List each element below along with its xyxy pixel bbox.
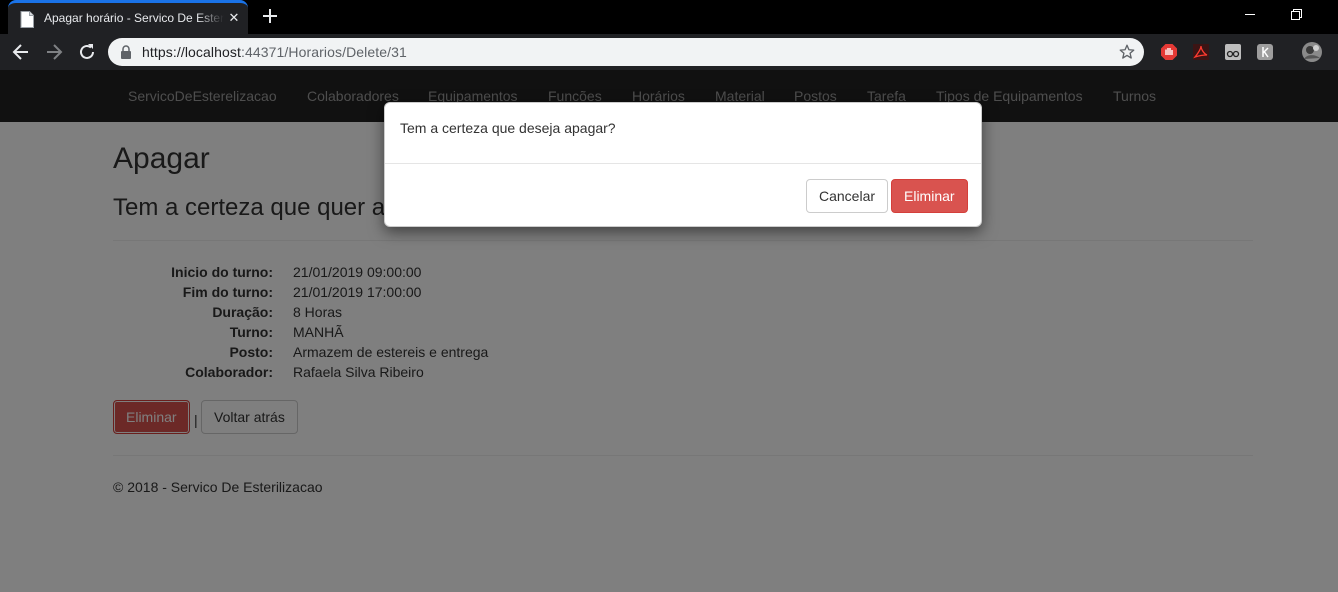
address-bar[interactable]: https://localhost:44371/Horarios/Delete/…	[108, 38, 1144, 66]
profile-avatar[interactable]	[1302, 42, 1322, 62]
minimize-icon[interactable]	[1240, 4, 1260, 24]
restore-icon[interactable]	[1286, 4, 1306, 24]
confirm-modal: Tem a certeza que deseja apagar? Cancela…	[384, 102, 982, 227]
reload-icon[interactable]	[76, 41, 98, 63]
pdf-icon[interactable]	[1192, 43, 1210, 61]
star-icon[interactable]	[1118, 43, 1136, 61]
extension-icon[interactable]	[1224, 43, 1242, 61]
url-host: https://localhost	[142, 44, 241, 60]
cancel-button[interactable]: Cancelar	[806, 179, 889, 213]
browser-tab-active[interactable]: Apagar horário - Servico De Esterilizaca…	[8, 0, 248, 34]
tab-title: Apagar horário - Servico De Esterilizaca…	[44, 11, 224, 25]
forward-icon[interactable]	[43, 41, 65, 63]
confirm-delete-button[interactable]: Eliminar	[891, 179, 968, 213]
extension-icon[interactable]	[1256, 43, 1274, 61]
back-icon[interactable]	[10, 41, 32, 63]
modal-footer-divider	[385, 163, 981, 164]
modal-message: Tem a certeza que deseja apagar?	[400, 120, 616, 136]
adblock-icon[interactable]	[1160, 43, 1178, 61]
web-page: ServicoDeEsterelizacao Colaboradores Equ…	[0, 70, 1338, 592]
document-icon	[20, 11, 34, 28]
browser-titlebar: Apagar horário - Servico De Esterilizaca…	[0, 0, 1338, 34]
url-text: https://localhost:44371/Horarios/Delete/…	[142, 44, 407, 60]
lock-icon	[121, 45, 131, 59]
plus-icon[interactable]	[259, 5, 281, 27]
close-icon[interactable]: ✕	[226, 9, 242, 27]
url-path: :44371/Horarios/Delete/31	[240, 44, 407, 60]
